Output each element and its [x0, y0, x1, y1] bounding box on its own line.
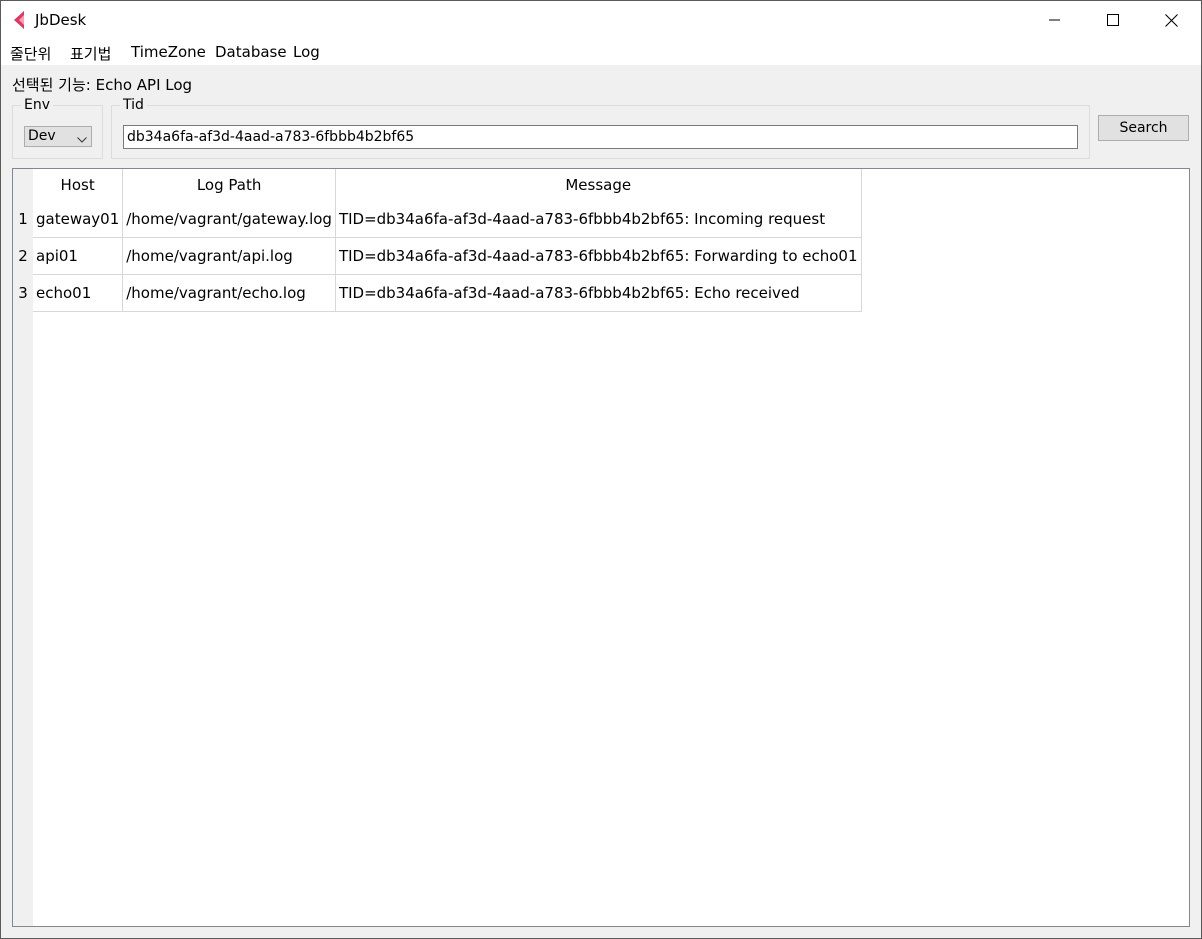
cell-message[interactable]: TID=db34a6fa-af3d-4aad-a783-6fbbb4b2bf65… [335, 237, 862, 275]
window-title: JbDesk [35, 11, 87, 29]
app-logo-icon [12, 11, 28, 29]
cell-log-path[interactable]: /home/vagrant/echo.log [122, 274, 336, 312]
tid-legend: Tid [120, 96, 147, 114]
chevron-down-icon [77, 132, 87, 148]
menu-bar: 줄단위 표기법 TimeZone Database Log [1, 39, 1201, 65]
column-header-host[interactable]: Host [33, 169, 124, 201]
row-number: 1 [13, 201, 33, 238]
table-row[interactable]: 2 api01 /home/vagrant/api.log TID=db34a6… [13, 237, 862, 275]
menu-item-timezone[interactable]: TimeZone [131, 43, 206, 61]
title-bar[interactable]: JbDesk [1, 1, 1201, 39]
corner-header [13, 169, 33, 201]
menu-item-notation[interactable]: 표기법 [70, 43, 111, 64]
env-group: Env Dev [12, 96, 103, 159]
menu-item-database[interactable]: Database [215, 43, 287, 61]
env-dropdown[interactable]: Dev [24, 126, 92, 147]
table-row[interactable]: 3 echo01 /home/vagrant/echo.log TID=db34… [13, 274, 862, 312]
log-grid: Host Log Path Message 1 gateway01 /home/… [13, 169, 862, 312]
minimize-button[interactable] [1026, 1, 1084, 39]
minimize-icon [1049, 19, 1060, 21]
cell-log-path[interactable]: /home/vagrant/api.log [122, 237, 336, 275]
column-header-message[interactable]: Message [335, 169, 862, 201]
maximize-button[interactable] [1084, 1, 1142, 39]
cell-message[interactable]: TID=db34a6fa-af3d-4aad-a783-6fbbb4b2bf65… [335, 274, 862, 312]
menu-item-line-unit[interactable]: 줄단위 [10, 43, 51, 64]
log-results-table[interactable]: Host Log Path Message 1 gateway01 /home/… [12, 168, 1190, 927]
cell-host[interactable]: gateway01 [33, 201, 124, 238]
maximize-icon [1107, 14, 1119, 26]
row-number: 2 [13, 237, 33, 275]
close-button[interactable] [1142, 1, 1200, 39]
tid-group: Tid [111, 96, 1090, 159]
cell-host[interactable]: api01 [33, 237, 124, 275]
env-legend: Env [21, 96, 54, 114]
cell-host[interactable]: echo01 [33, 274, 124, 312]
selected-feature-label: 선택된 기능: Echo API Log [12, 76, 193, 94]
menu-item-log[interactable]: Log [293, 43, 320, 61]
cell-message[interactable]: TID=db34a6fa-af3d-4aad-a783-6fbbb4b2bf65… [335, 201, 862, 238]
column-header-log-path[interactable]: Log Path [122, 169, 336, 201]
row-number: 3 [13, 274, 33, 312]
env-selected-value: Dev [28, 128, 56, 144]
app-window: JbDesk 줄단위 표기법 TimeZone Database Log 선택된… [0, 0, 1202, 939]
cell-log-path[interactable]: /home/vagrant/gateway.log [122, 201, 336, 238]
tid-input[interactable] [123, 125, 1078, 149]
header-row: Host Log Path Message [13, 169, 862, 201]
close-icon [1164, 13, 1178, 27]
table-row[interactable]: 1 gateway01 /home/vagrant/gateway.log TI… [13, 201, 862, 238]
search-button[interactable]: Search [1098, 115, 1189, 141]
